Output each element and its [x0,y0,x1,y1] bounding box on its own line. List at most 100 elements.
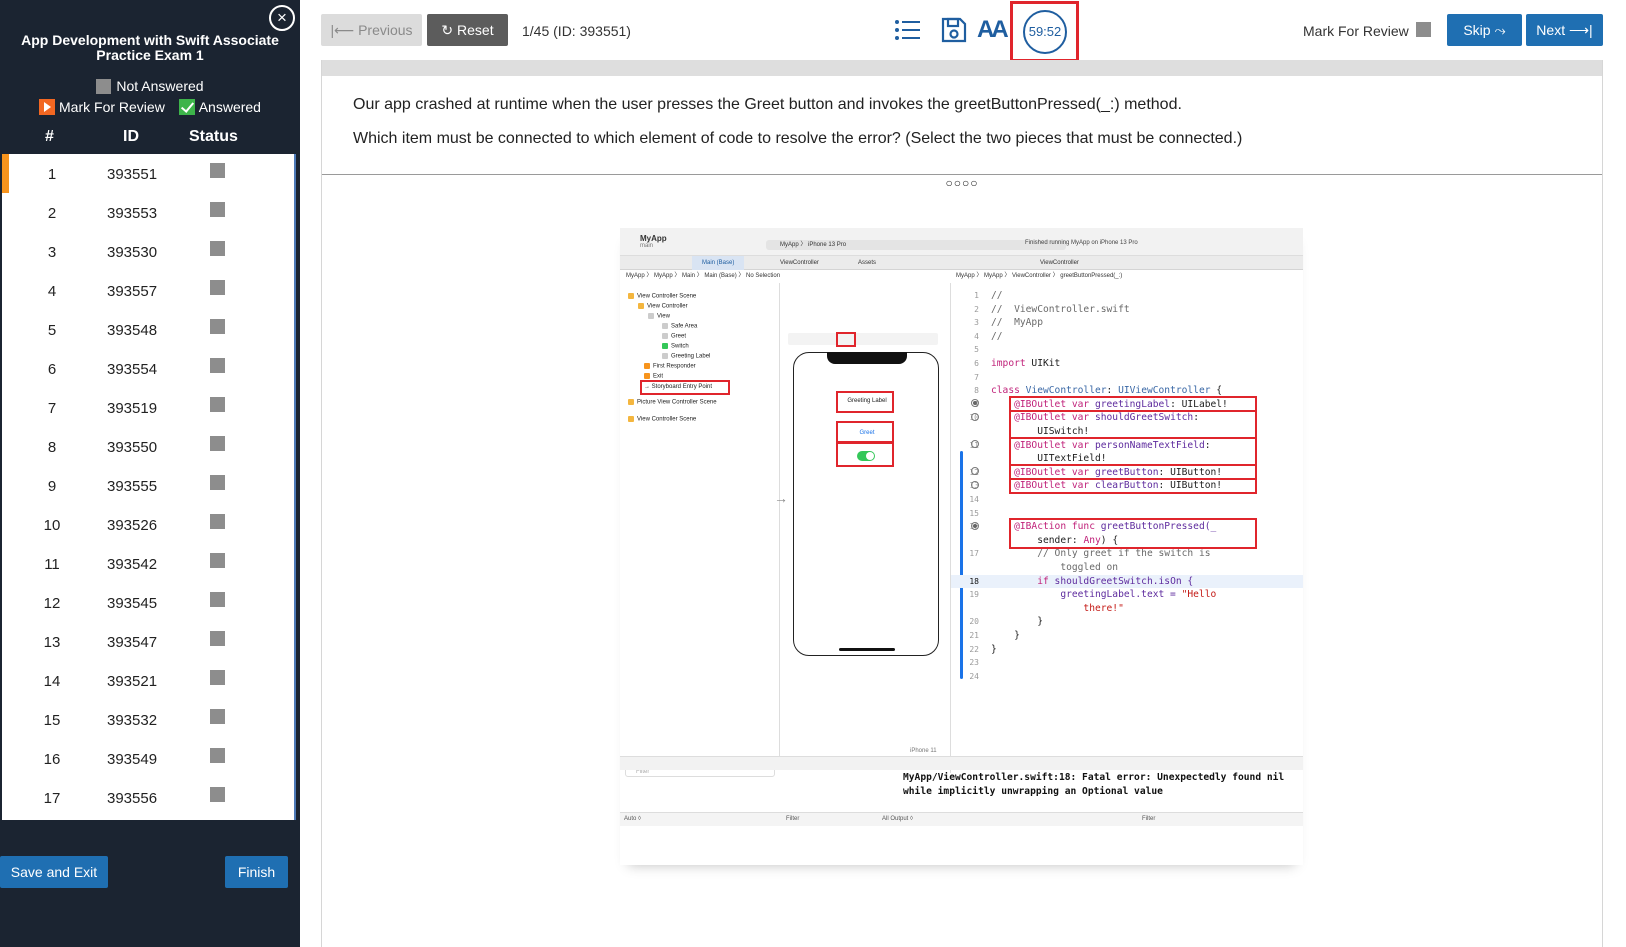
phone-notch [827,352,907,364]
question-number: 4 [47,283,57,300]
question-number: 6 [47,361,57,378]
switch-icon [662,343,668,349]
question-row[interactable]: 3 393530 [2,232,294,271]
view-icon [648,313,654,319]
arrow-right-bar-icon: ⟶| [1565,22,1593,38]
xcode-toolbar: MyApp main MyApp 〉 iPhone 13 Pro Finishe… [620,228,1303,256]
code-line: 22} [951,643,1303,657]
code-text: // [991,330,1003,342]
question-row[interactable]: 8 393550 [2,427,294,466]
code-line: there!" [951,602,1303,616]
reset-button[interactable]: ↻ Reset [427,14,508,46]
xcode-app-name: MyApp [640,234,667,243]
question-number: 15 [43,712,61,729]
font-size-icon[interactable]: AA [977,14,1013,46]
question-row[interactable]: 2 393553 [2,193,294,232]
finish-button[interactable]: Finish [225,856,288,888]
outline-label: Exit [653,373,664,380]
question-row[interactable]: 6 393554 [2,349,294,388]
line-number: 20 [969,617,979,627]
question-row[interactable]: 12 393545 [2,583,294,622]
mark-for-review-checkbox[interactable] [1416,22,1431,37]
status-not-answered-icon [210,592,225,607]
exit-icon [644,373,650,379]
divider [322,174,1602,175]
entry-arrow-icon: → [774,490,788,506]
code-text: : [1106,385,1119,397]
code-keyword: class [991,385,1020,397]
legend-row: Not Answered [0,78,300,97]
question-row[interactable]: 5 393548 [2,310,294,349]
legend-label: Mark For Review [59,99,165,115]
close-icon[interactable]: × [269,5,295,31]
question-id: 393547 [107,634,158,651]
line-number: 3 [974,318,979,328]
question-row[interactable]: 14 393521 [2,661,294,700]
header-status: Status [189,128,238,145]
status-not-answered-icon [210,241,225,256]
question-row[interactable]: 17 393556 [2,778,294,817]
list-icon[interactable] [892,14,924,46]
previous-label: Previous [358,22,413,38]
highlight-greet-button [836,421,894,443]
code-text: { [1210,385,1223,397]
timer-highlight: 59:52 [1010,1,1079,62]
scene-dock [788,333,938,345]
question-id: 393526 [107,517,158,534]
controller-icon [638,303,644,309]
question-number: 2 [47,205,57,222]
device-label: iPhone 11 [910,748,937,754]
code-type: ViewController [1019,385,1107,397]
legend-label: Not Answered [116,78,204,94]
highlight-switch [836,442,894,467]
skip-button[interactable]: Skip ⤳ [1447,14,1522,46]
code-comment: // Only greet if the switch is [1037,548,1211,560]
code-line: 14 [951,493,1303,507]
code-keyword: if [1037,575,1055,587]
checkmark-icon [178,99,195,115]
question-list[interactable]: 1 393551 2 393553 3 393530 4 393557 5 393548 6 3935… [2,154,296,820]
question-number: 14 [43,673,61,690]
question-row[interactable]: 15 393532 [2,700,294,739]
status-not-answered-icon [210,748,225,763]
line-number: 2 [974,304,979,314]
question-row[interactable]: 4 393557 [2,271,294,310]
next-button[interactable]: Next ⟶| [1526,14,1603,46]
phone-mockup: Greeting Label Greet [793,352,939,656]
save-icon[interactable] [938,14,970,46]
outline-label: Greet [671,333,687,340]
line-number: 23 [969,658,979,668]
question-text-line2: Which item must be connected to which el… [353,130,1243,147]
mark-for-review-label: Mark For Review [1303,23,1409,39]
not-answered-square-icon [96,78,112,94]
code-line: 4 // [951,330,1303,344]
highlight-greeting-label [836,391,894,413]
question-row[interactable]: 7 393519 [2,388,294,427]
option-dots[interactable]: ○○○○ [322,176,1602,190]
code-text: // [991,290,1003,301]
status-not-answered-icon [210,163,225,178]
previous-button[interactable]: |⟵ Previous [321,14,422,46]
question-row[interactable]: 10 393526 [2,505,294,544]
outline-item: First Responder [644,363,696,370]
question-row[interactable]: 11 393542 [2,544,294,583]
xcode-tab: ViewController [780,260,819,266]
outline-label: View Controller [647,303,688,310]
save-and-exit-button[interactable]: Save and Exit [0,856,108,888]
line-number: 8 [974,386,979,396]
question-row[interactable]: 16 393549 [2,739,294,778]
code-text: shouldGreetSwitch.isOn { [1054,575,1194,587]
code-line: toggled on [951,561,1303,575]
question-row[interactable]: 1 393551 [2,154,294,193]
line-number: 17 [969,549,979,559]
question-row[interactable]: 9 393555 [2,466,294,505]
line-number: 18 [969,576,979,586]
question-row[interactable]: 13 393547 [2,622,294,661]
legend-not-answered: Not Answered [96,78,204,94]
xcode-tab: Assets [858,260,877,266]
code-line: 2 // ViewController.swift [951,303,1303,317]
code-line: 1 // [951,289,1303,303]
legend-mark-for-review: Mark For Review [39,99,165,115]
sidebar: × App Development with Swift Associate P… [0,0,300,947]
outline-item: Greet [662,333,686,340]
